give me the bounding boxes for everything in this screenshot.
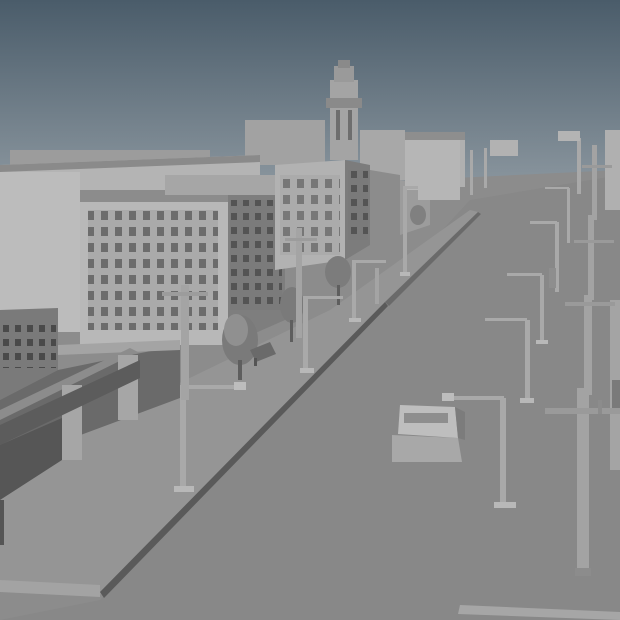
parked-car <box>392 405 465 462</box>
city-street-render <box>0 0 620 620</box>
